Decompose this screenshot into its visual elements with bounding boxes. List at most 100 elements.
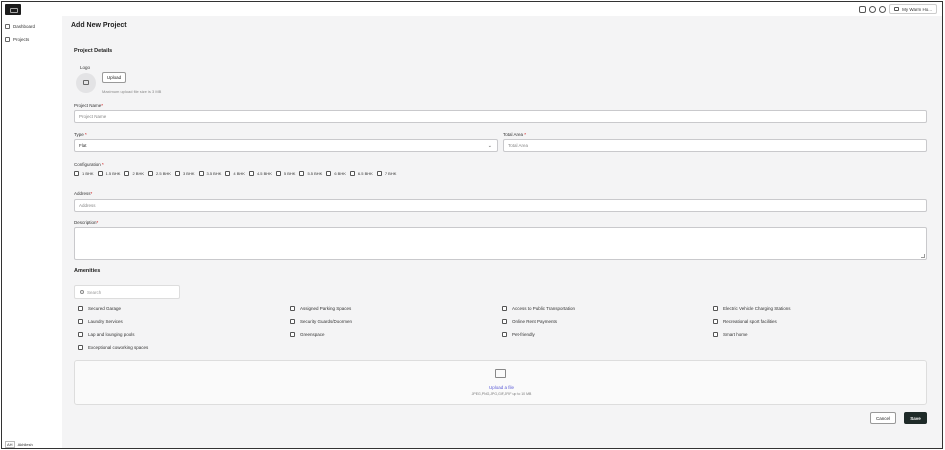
- checkbox[interactable]: [225, 171, 231, 176]
- config-label: 2.5 BHK: [156, 171, 171, 176]
- amenity-label: Pet-friendly: [512, 332, 535, 337]
- checkbox[interactable]: [97, 171, 103, 176]
- description-textarea[interactable]: [74, 227, 927, 260]
- config-7bhk[interactable]: 7 BHK: [376, 171, 397, 176]
- config-4-5bhk[interactable]: 4.5 BHK: [248, 171, 272, 176]
- checkbox[interactable]: [74, 171, 79, 176]
- chevron-down-icon: ⌄: [487, 143, 492, 149]
- amenity-label: Access to Public Transportation: [512, 306, 576, 311]
- checkbox[interactable]: [78, 345, 83, 350]
- user-menu[interactable]: My Warm Ho...: [889, 4, 937, 14]
- file-dropzone[interactable]: Upload a file JPEG,PNG,JPG,GIF,JFIF up t…: [74, 360, 927, 405]
- top-actions: My Warm Ho...: [859, 4, 937, 14]
- amenity-coworking[interactable]: Exceptional coworking spaces: [78, 345, 148, 350]
- sidebar-item-label: Projects: [13, 37, 30, 42]
- sidebar-user[interactable]: AH Akhilesh: [5, 441, 33, 448]
- checkbox[interactable]: [502, 306, 507, 311]
- config-1bhk[interactable]: 1 BHK: [74, 171, 94, 176]
- amenity-laundry[interactable]: Laundry Services: [78, 319, 123, 324]
- checkbox[interactable]: [78, 306, 83, 311]
- main-content: Add New Project Project Details Logo Upl…: [62, 16, 942, 448]
- section-title-amenities: Amenities: [74, 268, 101, 274]
- config-label: 5.5 BHK: [307, 171, 323, 176]
- checkbox[interactable]: [198, 171, 204, 176]
- amenity-pet-friendly[interactable]: Pet-friendly: [502, 332, 535, 337]
- amenity-recreational-sport[interactable]: Recreational sport facilities: [713, 319, 777, 324]
- required-mark: *: [96, 220, 99, 225]
- total-area-input[interactable]: Total Area: [503, 139, 927, 152]
- checkbox[interactable]: [290, 332, 295, 337]
- amenity-greenspace[interactable]: Greenspace: [290, 332, 325, 337]
- checkbox[interactable]: [248, 171, 254, 176]
- image-icon: [83, 80, 89, 85]
- checkbox[interactable]: [290, 306, 295, 311]
- amenity-secured-garage[interactable]: Secured Garage: [78, 306, 121, 311]
- config-3bhk[interactable]: 3 BHK: [174, 171, 195, 176]
- amenities-search-input[interactable]: Search: [74, 285, 180, 299]
- checkbox[interactable]: [78, 332, 83, 337]
- type-select[interactable]: Flat ⌄: [74, 139, 498, 152]
- checkbox[interactable]: [713, 306, 718, 311]
- config-5bhk[interactable]: 5 BHK: [275, 171, 295, 176]
- amenity-smart-home[interactable]: Smart home: [713, 332, 748, 337]
- settings-icon[interactable]: [879, 5, 887, 13]
- address-input[interactable]: Address: [74, 199, 927, 212]
- checkbox[interactable]: [148, 171, 154, 176]
- config-5-5bhk[interactable]: 5.5 BHK: [299, 171, 322, 176]
- refresh-icon[interactable]: [869, 5, 877, 13]
- save-button[interactable]: Save: [904, 412, 927, 424]
- checkbox[interactable]: [299, 171, 305, 176]
- amenity-online-rent[interactable]: Online Rent Payments: [502, 319, 557, 324]
- checkbox[interactable]: [275, 171, 281, 176]
- sidebar-item-label: Dashboard: [13, 24, 36, 29]
- project-name-input[interactable]: Project Name: [74, 110, 927, 123]
- config-label: 1.5 BHK: [105, 171, 121, 176]
- checkbox[interactable]: [78, 319, 83, 324]
- configuration-label-text: Configuration: [74, 162, 101, 167]
- amenity-label: Security Guards/Doormen: [300, 319, 353, 324]
- amenity-label: Greenspace: [300, 332, 325, 337]
- top-bar: My Warm Ho...: [2, 2, 942, 16]
- calendar-icon[interactable]: [859, 5, 867, 13]
- app-logo[interactable]: [5, 4, 21, 15]
- amenity-public-transport[interactable]: Access to Public Transportation: [502, 306, 575, 311]
- config-6bhk[interactable]: 6 BHK: [326, 171, 346, 176]
- checkbox[interactable]: [290, 319, 295, 324]
- amenity-ev-charging[interactable]: Electric Vehicle Charging Stations: [713, 306, 791, 311]
- checkbox[interactable]: [326, 171, 332, 176]
- section-title-project-details: Project Details: [74, 48, 113, 54]
- config-label: 7 BHK: [384, 171, 397, 176]
- amenity-security-guards[interactable]: Security Guards/Doormen: [290, 319, 352, 324]
- config-2-5bhk[interactable]: 2.5 BHK: [148, 171, 171, 176]
- checkbox[interactable]: [713, 319, 718, 324]
- checkbox[interactable]: [502, 332, 507, 337]
- checkbox[interactable]: [124, 171, 130, 176]
- page-title: Add New Project: [71, 22, 127, 29]
- checkbox[interactable]: [174, 171, 180, 176]
- checkbox[interactable]: [376, 171, 382, 176]
- amenity-assigned-parking[interactable]: Assigned Parking Spaces: [290, 306, 351, 311]
- upload-file-link[interactable]: Upload a file: [75, 385, 928, 390]
- description-label: Description*: [74, 220, 98, 225]
- cancel-button[interactable]: Cancel: [870, 412, 896, 424]
- sidebar-item-projects[interactable]: Projects: [5, 37, 29, 42]
- total-area-label-text: Total Area: [503, 132, 524, 137]
- config-label: 2 BHK: [132, 171, 145, 176]
- amenity-pools[interactable]: Lap and lounging pools: [78, 332, 135, 337]
- logo-preview: [76, 73, 96, 93]
- checkbox[interactable]: [502, 319, 507, 324]
- config-4bhk[interactable]: 4 BHK: [225, 171, 245, 176]
- amenity-label: Assigned Parking Spaces: [300, 306, 352, 311]
- amenity-label: Lap and lounging pools: [88, 332, 135, 337]
- sidebar-item-dashboard[interactable]: Dashboard: [5, 24, 35, 29]
- upload-logo-button[interactable]: Upload: [102, 72, 126, 83]
- checkbox[interactable]: [349, 171, 355, 176]
- config-1-5bhk[interactable]: 1.5 BHK: [97, 171, 121, 176]
- config-3-5bhk[interactable]: 3.5 BHK: [198, 171, 221, 176]
- checkbox[interactable]: [713, 332, 718, 337]
- upload-file-hint: JPEG,PNG,JPG,GIF,JFIF up to 10 MB: [471, 392, 532, 396]
- config-2bhk[interactable]: 2 BHK: [124, 171, 144, 176]
- config-6-5bhk[interactable]: 6.5 BHK: [349, 171, 373, 176]
- search-placeholder: Search: [87, 289, 102, 295]
- config-label: 3 BHK: [182, 171, 195, 176]
